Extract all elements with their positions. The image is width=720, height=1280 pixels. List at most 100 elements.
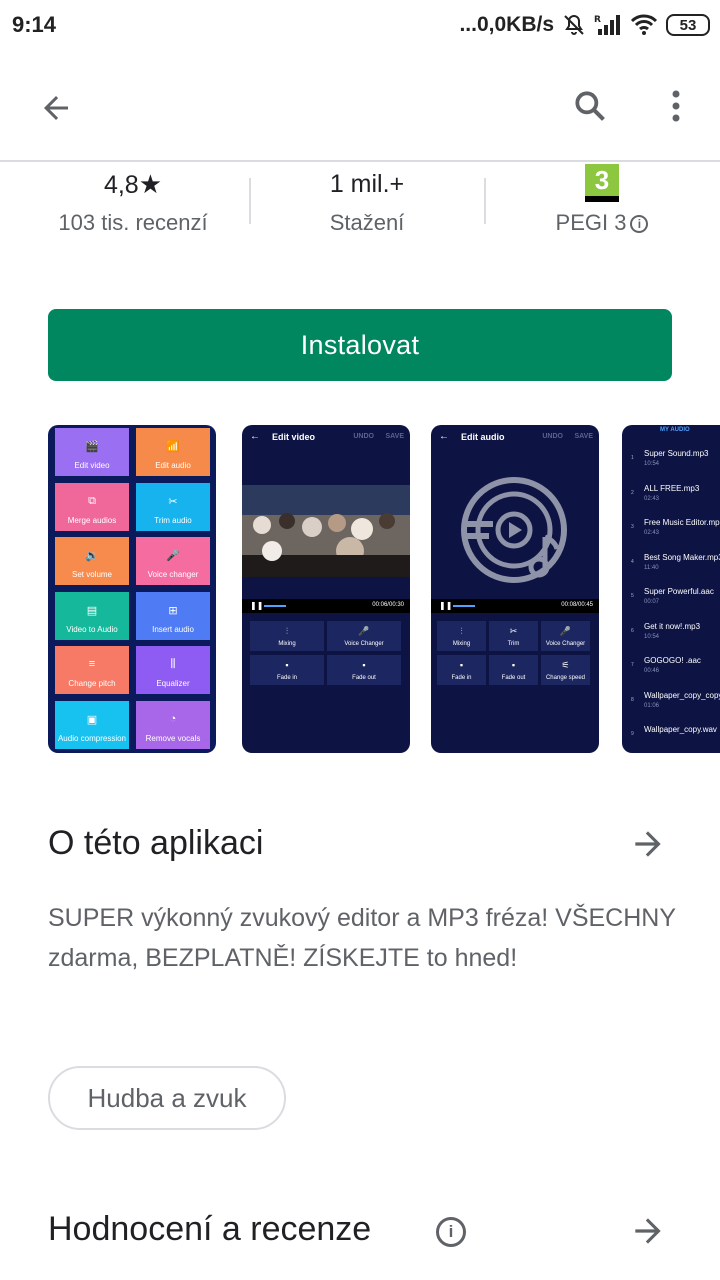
arrow-forward-icon[interactable] [626, 1209, 670, 1253]
video-preview [242, 485, 410, 577]
control-icon: ▪ [285, 660, 289, 670]
screenshot-title: Edit audio [461, 432, 505, 442]
tile-label: Change pitch [68, 679, 116, 688]
divider [484, 178, 486, 224]
control-icon: ▪ [362, 660, 366, 670]
pegi-3-badge: 3 [585, 164, 619, 202]
seek-track [453, 605, 475, 607]
control-label: Mixing [452, 641, 471, 647]
feature-tile: ⫼ Equalizer [136, 646, 210, 694]
tile-icon: ▤ [86, 604, 98, 617]
audio-item-time: 00:07 [644, 599, 660, 605]
screenshot-4[interactable]: MY AUDIO 1 Super Sound.mp3 10:54 2 ALL FREE.… [622, 425, 720, 753]
audio-item-time: 02:43 [644, 530, 660, 536]
arrow-forward-icon[interactable] [626, 822, 670, 866]
tile-icon: 🔉 [85, 550, 99, 562]
playback-bar[interactable]: ❚❚ 00:08/00:45 [431, 599, 599, 613]
feature-tile: ▤ Video to Audio [55, 591, 129, 640]
status-bar: 9:14 ...0,0KB/s R 53 [0, 0, 720, 52]
audio-item-name: Super Sound.mp3 [644, 449, 709, 458]
playback-time: 00:06/00:30 [372, 602, 404, 608]
control-icon: ⚟ [561, 660, 570, 670]
audio-list-item: 7 GOGOGO! .aac 00:46 [622, 648, 720, 682]
back-arrow-icon: ← [250, 431, 260, 442]
seek-track [264, 605, 286, 607]
info-icon[interactable]: i [436, 1217, 466, 1247]
screenshot-1[interactable]: 🎬 Edit video 📶 Edit audio ⧉ Merge audios ✂ Trim… [48, 425, 216, 753]
audio-item-name: ALL FREE.mp3 [644, 483, 700, 493]
save-label: SAVE [574, 433, 593, 440]
status-icons: ...0,0KB/s R 53 [459, 10, 710, 40]
tile-icon: ⫼ [170, 658, 176, 670]
search-icon[interactable] [562, 78, 618, 134]
pegi-stat[interactable]: 3 PEGI 3i [482, 162, 720, 240]
divider [249, 178, 251, 224]
audio-list-header: MY AUDIO [660, 427, 690, 433]
tile-label: Remove vocals [145, 733, 201, 743]
reviews-count: 103 tis. recenzí [58, 210, 208, 235]
edit-control: ▪ Fade in [437, 655, 486, 685]
control-icon: ▪ [511, 660, 516, 670]
tile-icon: 🎬 [85, 441, 99, 453]
audio-item-time: 02:43 [644, 495, 660, 502]
tile-label: Edit video [74, 461, 110, 470]
tile-label: Video to Audio [66, 624, 118, 634]
feature-tile: 🎤 Voice changer [136, 537, 210, 585]
audio-item-num: 3 [631, 524, 634, 530]
info-icon[interactable]: i [630, 215, 649, 234]
undo-label: UNDO [353, 433, 374, 440]
audio-item-num: 9 [631, 731, 634, 737]
tile-label: Edit audio [155, 461, 191, 470]
screenshot-carousel[interactable]: 🎬 Edit video 📶 Edit audio ⧉ Merge audios ✂ Trim… [48, 425, 720, 753]
pause-icon: ❚❚ [250, 601, 264, 610]
back-arrow-icon[interactable] [28, 80, 84, 136]
playback-time: 00:08/00:45 [561, 602, 593, 608]
audio-list-item: 3 Free Music Editor.mp3 02:43 [622, 510, 720, 544]
star-icon: ★ [138, 169, 163, 199]
app-bar [0, 52, 720, 162]
audio-item-num: 6 [631, 627, 634, 634]
audio-list-item: 8 Wallpaper_copy_copy.wav 01:06 [622, 683, 720, 717]
undo-label: UNDO [542, 433, 563, 440]
feature-tile: 📶 Edit audio [136, 428, 210, 476]
audio-list-item: 4 Best Song Maker.mp3 11:40 [622, 545, 720, 579]
audio-item-num: 2 [631, 489, 634, 496]
audio-item-num: 4 [631, 558, 634, 565]
network-speed: ...0,0KB/s [459, 13, 554, 36]
feature-tile: 🎬 Edit video [55, 428, 129, 476]
audio-list-item: 1 Super Sound.mp3 10:54 [622, 441, 720, 475]
screenshot-2[interactable]: ← Edit video UNDO SAVE ❚❚ 00:06/00:30 ⫶ M… [242, 425, 410, 753]
feature-tile: ◔ Remove vocals [136, 700, 210, 749]
more-vert-icon[interactable] [650, 78, 702, 134]
control-label: Change speed [545, 675, 586, 681]
screenshot-toolbar: ← Edit audio UNDO SAVE [431, 425, 599, 449]
control-icon: ⫶ [285, 626, 289, 636]
back-arrow-icon: ← [439, 431, 449, 442]
audio-item-name: Get it now!.mp3 [644, 621, 701, 631]
tile-icon: 🎤 [166, 550, 180, 562]
playback-bar[interactable]: ❚❚ 00:06/00:30 [242, 599, 410, 613]
control-icon: ✂ [509, 626, 518, 636]
tile-label: Equalizer [156, 679, 190, 688]
edit-control: ▪ Fade out [489, 655, 538, 685]
install-button[interactable]: Instalovat [48, 309, 672, 381]
feature-tile: 🔉 Set volume [55, 537, 129, 585]
screenshot-3[interactable]: ← Edit audio UNDO SAVE ❚❚ 00:08/00:45 ⫶ M… [431, 425, 599, 753]
control-icon: 🎤 [559, 626, 572, 636]
audio-item-num: 5 [631, 593, 634, 599]
edit-control: ⫶ Mixing [437, 621, 486, 651]
screenshot-toolbar: ← Edit video UNDO SAVE [242, 425, 410, 449]
app-stats: 4,8★ 103 tis. recenzí 1 mil.+ Stažení 3 … [0, 162, 720, 252]
control-icon: 🎤 [358, 626, 370, 636]
pegi-badge-row: 3 [482, 162, 720, 206]
status-time: 9:14 [12, 12, 57, 37]
reviews-title: Hodnocení a recenze [48, 1210, 372, 1248]
feature-tile: ⧉ Merge audios [55, 482, 129, 531]
rating-stat[interactable]: 4,8★ 103 tis. recenzí [13, 162, 253, 240]
audio-item-name: Wallpaper_copy_copy.wav [644, 690, 720, 700]
feature-tile: ≡ Change pitch [55, 646, 129, 694]
mute-icon [562, 13, 586, 37]
edit-control: 🎤 Voice Changer [541, 621, 590, 651]
category-chip[interactable]: Hudba a zvuk [48, 1066, 286, 1130]
about-title: O této aplikaci [48, 824, 264, 862]
